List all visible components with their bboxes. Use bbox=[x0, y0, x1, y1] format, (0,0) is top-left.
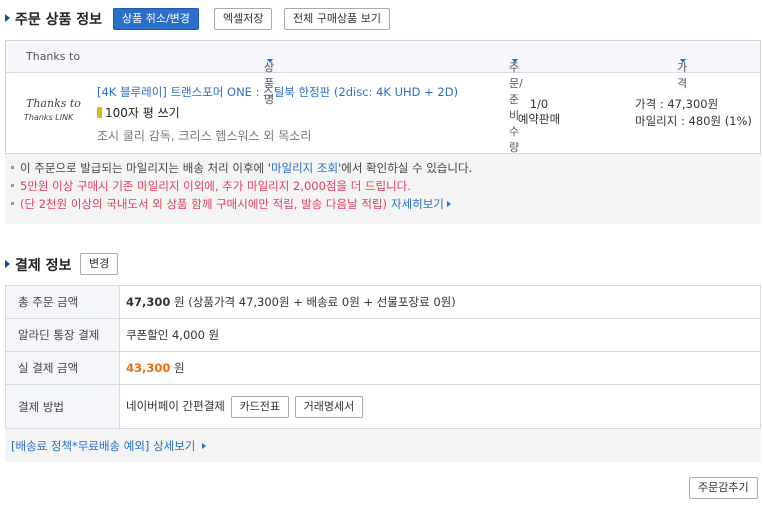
header-thanks-to: Thanks to bbox=[26, 50, 81, 63]
hide-order-button[interactable]: 주문감추기 bbox=[689, 477, 758, 499]
actual-payment-value: 43,300 원 bbox=[119, 351, 761, 385]
order-quantity: 1/0 예약판매 bbox=[517, 97, 561, 126]
table-row: 결제 방법 네이버페이 간편결제 카드전표 거래명세서 bbox=[5, 384, 761, 429]
bullet-icon bbox=[11, 184, 14, 187]
bullet-icon bbox=[11, 202, 14, 205]
excel-save-button[interactable]: 엑셀저장 bbox=[214, 8, 273, 30]
sort-caret-icon bbox=[680, 59, 686, 63]
table-row: 실 결제 금액 43,300 원 bbox=[5, 351, 761, 385]
total-order-value: 47,300 원 (상품가격 47,300원 + 배송료 0원 + 선물포장료 … bbox=[119, 285, 761, 319]
payment-section-title: 결제 정보 bbox=[5, 255, 71, 275]
payment-method-label: 결제 방법 bbox=[5, 384, 120, 429]
account-payment-label: 알라딘 통장 결제 bbox=[5, 318, 120, 352]
shipping-policy-row: [배송료 정책*무료배송 예외] 상세보기 bbox=[5, 429, 761, 462]
order-table-header: Thanks to 상품명 주문/준비수량 가격 bbox=[6, 41, 760, 154]
mileage-notice: 이 주문으로 발급되는 마일리지는 배송 처리 이후에 '마일리지 조회'에서 … bbox=[5, 154, 761, 224]
cancel-change-button[interactable]: 상품 취소/변경 bbox=[113, 8, 199, 30]
arrow-right-icon bbox=[202, 443, 207, 449]
bullet-icon bbox=[11, 166, 14, 169]
table-row: 알라딘 통장 결제 쿠폰할인 4,000 원 bbox=[5, 318, 761, 352]
order-section-title: 주문 상품 정보 bbox=[5, 9, 102, 29]
thanks-to-logo: Thanks to Thanks LINK bbox=[24, 97, 81, 122]
total-order-label: 총 주문 금액 bbox=[5, 285, 120, 319]
more-details-link[interactable]: 자세히보기 bbox=[391, 197, 451, 211]
notice-line-1: 이 주문으로 발급되는 마일리지는 배송 처리 이후에 '마일리지 조회'에서 … bbox=[11, 160, 472, 176]
price-info: 가격 : 47,300원 마일리지 : 480원 (1%) bbox=[635, 97, 752, 128]
order-table: Thanks to 상품명 주문/준비수량 가격 Thanks to Thank… bbox=[5, 40, 761, 154]
sort-caret-icon bbox=[512, 59, 518, 63]
payment-table: 총 주문 금액 47,300 원 (상품가격 47,300원 + 배송료 0원 … bbox=[5, 285, 761, 429]
pencil-icon bbox=[97, 107, 102, 118]
sort-caret-icon bbox=[267, 59, 273, 63]
payment-change-button[interactable]: 변경 bbox=[80, 253, 119, 275]
product-credits: 조시 쿨리 감독, 크리스 헴스워스 외 목소리 bbox=[97, 129, 312, 143]
arrow-right-icon bbox=[446, 201, 451, 207]
section-bullet-icon bbox=[5, 14, 10, 22]
account-payment-value: 쿠폰할인 4,000 원 bbox=[119, 318, 761, 352]
payment-method-value: 네이버페이 간편결제 카드전표 거래명세서 bbox=[119, 384, 761, 429]
statement-button[interactable]: 거래명세서 bbox=[294, 395, 364, 418]
notice-line-2: 5만원 이상 구매시 기존 마일리지 이외에, 추가 마일리지 2,000점을 … bbox=[11, 178, 411, 194]
view-all-purchases-button[interactable]: 전체 구매상품 보기 bbox=[284, 8, 390, 30]
table-row: 총 주문 금액 47,300 원 (상품가격 47,300원 + 배송료 0원 … bbox=[5, 285, 761, 319]
card-slip-button[interactable]: 카드전표 bbox=[230, 395, 290, 418]
actual-payment-label: 실 결제 금액 bbox=[5, 351, 120, 385]
notice-line-3: (단 2천원 이상의 국내도서 외 상품 함께 구매시에만 적립, 발송 다음날… bbox=[11, 196, 451, 212]
section-bullet-icon bbox=[5, 260, 10, 268]
write-review-link[interactable]: 100자 평 쓰기 bbox=[97, 104, 180, 121]
product-title-link[interactable]: [4K 블루레이] 트랜스포머 ONE : 스틸북 한정판 (2disc: 4K… bbox=[97, 84, 458, 100]
shipping-policy-link[interactable]: [배송료 정책*무료배송 예외] 상세보기 bbox=[11, 438, 207, 454]
mileage-lookup-link[interactable]: 마일리지 조회 bbox=[271, 161, 338, 175]
